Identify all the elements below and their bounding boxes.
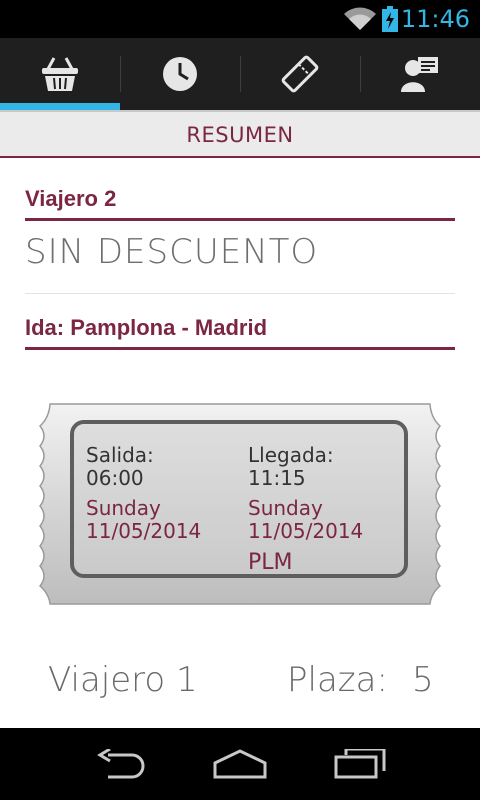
departure-time: 06:00 (86, 466, 144, 490)
summary-header: RESUMEN (0, 110, 480, 158)
tab-basket[interactable] (0, 38, 120, 110)
wifi-icon (344, 7, 376, 30)
basket-icon (42, 57, 78, 91)
arrival-date: 11/05/2014 (248, 519, 364, 543)
recent-apps-icon (334, 749, 386, 779)
back-icon (97, 749, 145, 779)
navigation-bar (0, 728, 480, 800)
arrival-time: 11:15 (248, 466, 306, 490)
departure-date: 11/05/2014 (86, 519, 202, 543)
tab-tickets[interactable] (240, 38, 360, 110)
ticket-icon (281, 55, 319, 93)
seat-number: 5 (412, 660, 434, 700)
home-icon (213, 749, 267, 779)
clock-icon (163, 57, 197, 91)
trip-code: PLM (248, 550, 293, 575)
summary-title: RESUMEN (186, 123, 294, 147)
discount-label: SIN DESCUENTO (25, 232, 319, 272)
departure-day: Sunday (86, 496, 161, 520)
divider (25, 293, 455, 294)
departure-label: Salida: (86, 443, 154, 467)
trip-heading: Ida: Pamplona - Madrid (25, 315, 455, 350)
status-bar: 11:46 (0, 0, 480, 38)
arrival-label: Llegada: (248, 443, 334, 467)
contacts-card-icon (401, 57, 438, 92)
home-button[interactable] (200, 742, 280, 786)
back-button[interactable] (80, 742, 160, 786)
status-time: 11:46 (400, 5, 470, 33)
battery-charging-icon (382, 6, 398, 32)
ticket-card[interactable]: Salida: 06:00 Sunday 11/05/2014 Llegada:… (36, 400, 444, 614)
seat-label: Plaza: (287, 660, 388, 700)
tab-bar (0, 38, 480, 110)
tab-profile[interactable] (360, 38, 480, 110)
traveler-heading: Viajero 2 (25, 186, 455, 221)
arrival-day: Sunday (248, 496, 323, 520)
tab-schedule[interactable] (120, 38, 240, 110)
seat-traveler-label: Viajero 1 (48, 660, 198, 700)
recent-apps-button[interactable] (320, 742, 400, 786)
